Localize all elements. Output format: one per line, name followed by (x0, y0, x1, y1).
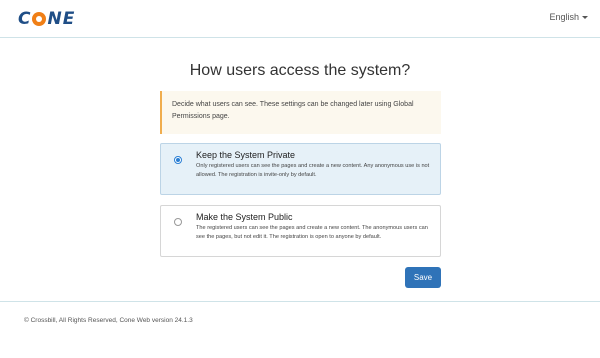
radio-public[interactable] (174, 218, 182, 226)
language-label: English (549, 12, 579, 22)
option-public-description: The registered users can see the pages a… (196, 225, 428, 240)
page-title: How users access the system? (189, 62, 411, 79)
logo-wordmark: C N E (18, 9, 75, 29)
caret-down-icon (582, 15, 588, 19)
logo-orange-circle-icon (32, 12, 47, 26)
footer-divider (0, 301, 600, 302)
save-button[interactable]: Save (405, 267, 441, 288)
header-bar: C N E English (0, 0, 600, 38)
footer-copyright: © Crossbill, All Rights Reserved, Cone W… (24, 317, 193, 324)
option-private-description: Only registered users can see the pages … (196, 163, 430, 178)
cone-logo[interactable]: C N E (18, 9, 75, 29)
language-dropdown[interactable]: English (549, 12, 588, 22)
logo-letter-n: N (47, 9, 63, 29)
option-public[interactable]: Make the System Public The registered us… (160, 205, 441, 257)
option-private[interactable]: Keep the System Private Only registered … (160, 143, 441, 195)
logo-letter-c: C (18, 9, 32, 29)
option-public-title: Make the System Public (196, 212, 293, 222)
info-notice: Decide what users can see. These setting… (160, 91, 441, 134)
logo-letter-e: E (62, 9, 76, 29)
option-private-title: Keep the System Private (196, 150, 296, 160)
radio-private[interactable] (174, 156, 182, 164)
